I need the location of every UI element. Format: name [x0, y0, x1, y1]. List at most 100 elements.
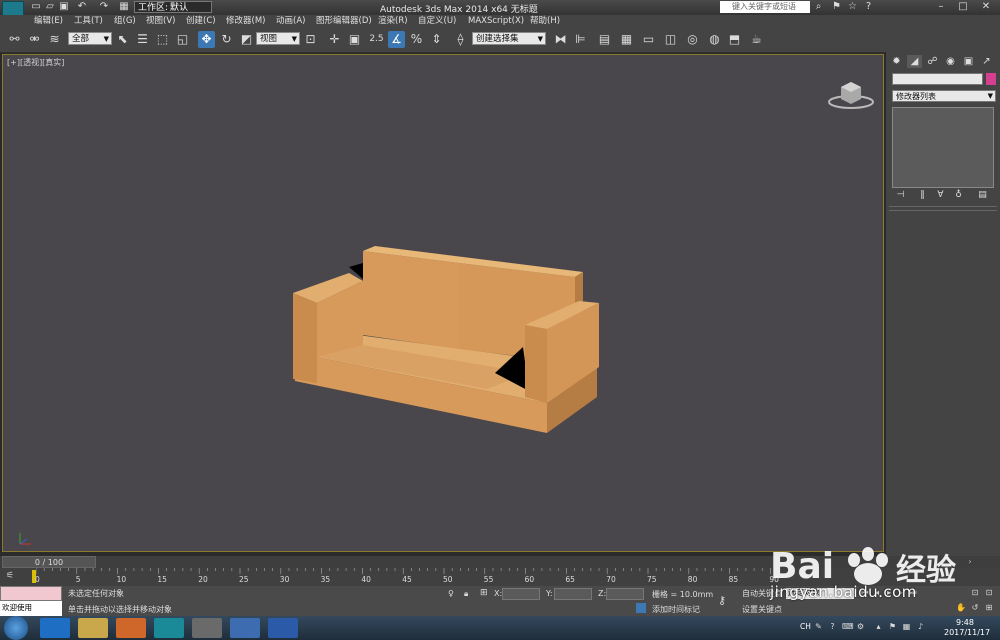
select-object-icon[interactable]: ⬉ [114, 31, 131, 48]
object-name-field[interactable] [892, 73, 983, 85]
pivot-center-icon[interactable]: ⊡ [302, 31, 319, 48]
maximize-button[interactable]: □ [952, 0, 974, 14]
time-slider[interactable]: 0 / 100 › [0, 556, 1000, 568]
motion-tab-icon[interactable]: ◉ [943, 55, 958, 68]
x-coord-field[interactable] [502, 588, 540, 600]
redo-icon[interactable]: ↷ [98, 1, 110, 13]
ime-icon[interactable]: ✎ [814, 622, 823, 632]
clock-date[interactable]: 2017/11/17 [944, 628, 990, 637]
object-color-swatch[interactable] [986, 73, 996, 85]
angle-snap-icon[interactable]: ∡ [388, 31, 405, 48]
set-key-icon[interactable]: ⚷ [718, 594, 726, 607]
modifier-stack[interactable] [892, 107, 994, 188]
search-icon[interactable]: ⌕ [812, 1, 825, 13]
y-coord-field[interactable] [554, 588, 592, 600]
isolate-selection-icon[interactable]: ♀ [448, 589, 454, 598]
menu-help[interactable]: 帮助(H) [530, 16, 560, 27]
select-by-name-icon[interactable]: ☰ [134, 31, 151, 48]
pan-view-icon[interactable]: ✋ [956, 602, 966, 614]
show-end-result-icon[interactable]: ‖ [916, 189, 929, 201]
communication-center-icon[interactable]: ⚑ [830, 1, 843, 13]
select-and-rotate-icon[interactable]: ↻ [218, 31, 235, 48]
select-manipulate-icon[interactable]: ✛ [326, 31, 343, 48]
menu-customize[interactable]: 自定义(U) [418, 16, 456, 27]
menu-modifiers[interactable]: 修改器(M) [226, 16, 265, 27]
curve-editor-icon[interactable]: ◫ [662, 31, 679, 48]
edit-named-selection-icon[interactable]: ⟠ [452, 31, 469, 48]
scene-explorer-icon[interactable]: ▤ [596, 31, 613, 48]
explorer-taskbar-icon[interactable] [78, 618, 108, 638]
z-coord-field[interactable] [606, 588, 644, 600]
network-tray-icon[interactable]: ▦ [902, 622, 911, 632]
show-hidden-icons[interactable]: ▴ [874, 622, 883, 632]
volume-tray-icon[interactable]: ♪ [916, 622, 925, 632]
help-search-input[interactable]: 键入关键字或短语 [720, 1, 810, 13]
modifier-list-dropdown[interactable]: 修改器列表 ▼ [892, 90, 996, 102]
unlink-icon[interactable]: ⚮ [26, 31, 43, 48]
menu-views[interactable]: 视图(V) [146, 16, 175, 27]
flag-tray-icon[interactable]: ⚑ [888, 622, 897, 632]
open-file-icon[interactable]: ▱ [44, 1, 56, 13]
hierarchy-tab-icon[interactable]: ☍ [925, 55, 940, 68]
time-slider-next-icon[interactable]: › [960, 556, 980, 568]
new-file-icon[interactable]: ▭ [30, 1, 42, 13]
3dsmax-taskbar-icon[interactable] [154, 618, 184, 638]
bind-space-warp-icon[interactable]: ≋ [46, 31, 63, 48]
schematic-view-icon[interactable]: ◎ [684, 31, 701, 48]
word-taskbar-icon[interactable] [268, 618, 298, 638]
modify-tab-icon[interactable]: ◢ [907, 55, 922, 68]
menu-rendering[interactable]: 渲染(R) [378, 16, 408, 27]
zoom-extents-icon[interactable]: ⊡ [970, 587, 980, 599]
mini-curve-editor-icon[interactable]: ⚟ [6, 571, 14, 581]
keyboard-tray-icon[interactable]: ⌨ [842, 622, 854, 632]
graphite-ribbon-icon[interactable]: ▭ [640, 31, 657, 48]
spinner-snap-icon[interactable]: ⇕ [428, 31, 445, 48]
save-icon[interactable]: ▣ [58, 1, 70, 13]
close-button[interactable]: ✕ [975, 0, 997, 14]
reference-coord-dropdown[interactable]: 视图 ▼ [256, 32, 300, 45]
maxscript-welcome-text[interactable]: 欢迎使用 MAXScr [0, 601, 62, 626]
render-setup-icon[interactable]: ⬒ [726, 31, 743, 48]
app-logo-icon[interactable] [2, 1, 24, 16]
screenshot-taskbar-icon[interactable] [230, 618, 260, 638]
menu-maxscript[interactable]: MAXScript(X) [468, 16, 524, 27]
add-time-tag-button[interactable]: 添加时间标记 [652, 604, 700, 615]
maxscript-listener-input[interactable] [0, 586, 62, 601]
menu-animation[interactable]: 动画(A) [276, 16, 305, 27]
ie-taskbar-icon[interactable] [40, 618, 70, 638]
favorites-icon[interactable]: ☆ [846, 1, 859, 13]
utilities-tab-icon[interactable]: ↗ [979, 55, 994, 68]
undo-icon[interactable]: ↶ [76, 1, 88, 13]
align-icon[interactable]: ⊫ [572, 31, 589, 48]
viewcube[interactable] [827, 79, 875, 109]
zoom-all-icon[interactable]: ⊡ [984, 587, 994, 599]
maximize-viewport-icon[interactable]: ⊞ [984, 602, 994, 614]
start-button[interactable] [4, 616, 28, 640]
link-icon[interactable]: ⚯ [6, 31, 23, 48]
remove-modifier-icon[interactable]: ♁ [952, 189, 965, 201]
perspective-viewport[interactable]: [+][透视][真实] [2, 54, 884, 552]
material-editor-icon[interactable]: ◍ [706, 31, 723, 48]
configure-modifier-sets-icon[interactable]: ▤ [976, 189, 989, 201]
percent-snap-icon[interactable]: % [408, 31, 425, 48]
selection-lock-icon[interactable]: 🔒︎ [464, 589, 468, 599]
help-icon[interactable]: ? [862, 1, 875, 13]
keyboard-shortcut-override-icon[interactable]: ▣ [346, 31, 363, 48]
menu-group[interactable]: 组(G) [114, 16, 136, 27]
render-icon[interactable]: ☕ [748, 31, 765, 48]
pin-stack-icon[interactable]: ⊣ [894, 189, 907, 201]
menu-create[interactable]: 创建(C) [186, 16, 216, 27]
minimize-button[interactable]: – [930, 0, 952, 14]
paint-taskbar-icon[interactable] [192, 618, 222, 638]
project-folder-icon[interactable]: ▦ [118, 1, 130, 13]
display-tab-icon[interactable]: ▣ [961, 55, 976, 68]
create-tab-icon[interactable]: ✹ [889, 55, 904, 68]
snaps-toggle-icon[interactable]: 2.5 [368, 31, 385, 48]
workspace-dropdown[interactable]: 工作区: 默认 [134, 1, 212, 13]
select-and-move-icon[interactable]: ✥ [198, 31, 215, 48]
set-key-button[interactable]: 设置关键点 [742, 604, 782, 615]
input-language-indicator[interactable]: CH [800, 622, 811, 631]
media-player-taskbar-icon[interactable] [116, 618, 146, 638]
menu-tools[interactable]: 工具(T) [74, 16, 103, 27]
absolute-mode-icon[interactable]: ⊞ [480, 588, 488, 598]
